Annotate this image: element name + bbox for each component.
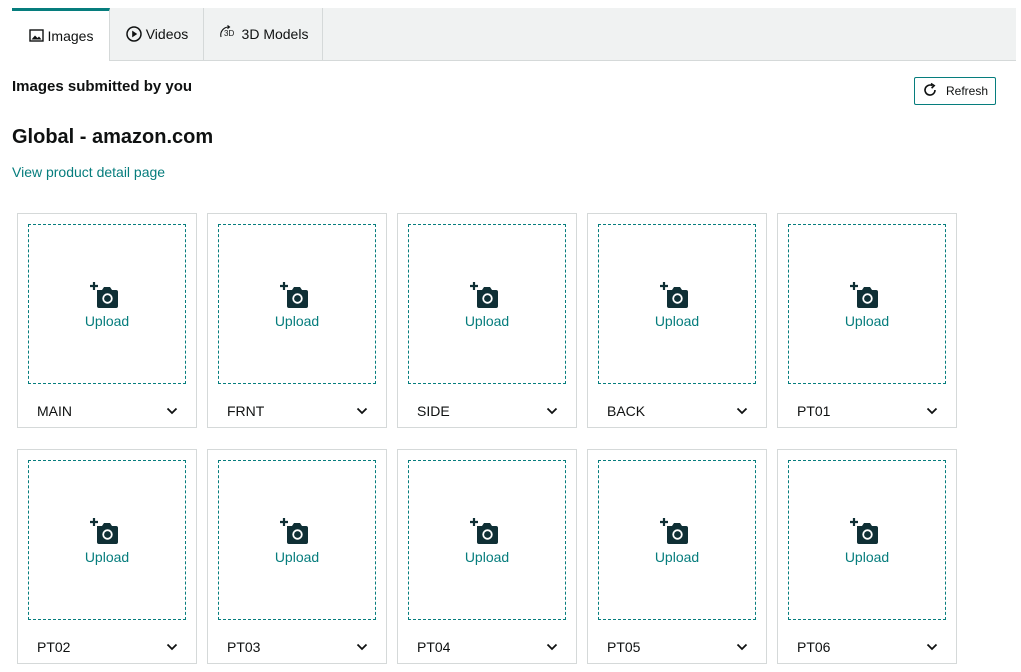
refresh-button[interactable]: Refresh xyxy=(914,77,996,105)
variant-dropdown[interactable]: PT02 xyxy=(18,630,196,664)
add-photo-icon xyxy=(280,279,314,311)
variant-label: PT03 xyxy=(227,639,261,655)
image-slot-card: Upload PT06 xyxy=(777,449,957,664)
upload-dropzone[interactable]: Upload xyxy=(218,460,376,620)
upload-dropzone[interactable]: Upload xyxy=(408,224,566,384)
tab-3d-models-label: 3D Models xyxy=(241,26,309,42)
chevron-down-icon xyxy=(356,402,368,420)
image-slot-card: Upload PT01 xyxy=(777,213,957,428)
refresh-label: Refresh xyxy=(945,84,989,98)
tab-videos-label: Videos xyxy=(145,26,189,42)
add-photo-icon xyxy=(660,515,694,547)
upload-dropzone[interactable]: Upload xyxy=(408,460,566,620)
image-slot-card: Upload BACK xyxy=(587,213,767,428)
variant-dropdown[interactable]: SIDE xyxy=(398,394,576,428)
upload-dropzone[interactable]: Upload xyxy=(598,224,756,384)
variant-dropdown[interactable]: PT03 xyxy=(208,630,386,664)
variant-label: PT02 xyxy=(37,639,71,655)
upload-dropzone[interactable]: Upload xyxy=(28,224,186,384)
variant-label: PT01 xyxy=(797,403,831,419)
3d-icon-text: 3D xyxy=(224,29,234,38)
add-photo-icon xyxy=(90,515,124,547)
image-slot-card: Upload PT04 xyxy=(397,449,577,664)
variant-label: FRNT xyxy=(227,403,265,419)
upload-dropzone[interactable]: Upload xyxy=(788,224,946,384)
image-slot-card: Upload MAIN xyxy=(17,213,197,428)
view-product-detail-link[interactable]: View product detail page xyxy=(12,164,165,180)
add-photo-icon xyxy=(470,279,504,311)
variant-dropdown[interactable]: PT06 xyxy=(778,630,956,664)
upload-label: Upload xyxy=(274,549,320,565)
variant-dropdown[interactable]: MAIN xyxy=(18,394,196,428)
upload-label: Upload xyxy=(654,549,700,565)
variant-dropdown[interactable]: FRNT xyxy=(208,394,386,428)
variant-label: MAIN xyxy=(37,403,72,419)
chevron-down-icon xyxy=(926,638,938,656)
tab-images-label: Images xyxy=(47,28,94,44)
chevron-down-icon xyxy=(926,402,938,420)
variant-dropdown[interactable]: PT01 xyxy=(778,394,956,428)
section-title: Images submitted by you xyxy=(12,78,193,95)
chevron-down-icon xyxy=(736,638,748,656)
upload-label: Upload xyxy=(464,549,510,565)
chevron-down-icon xyxy=(166,638,178,656)
upload-label: Upload xyxy=(84,313,130,329)
marketplace-title: Global - amazon.com xyxy=(12,126,214,148)
image-slot-card: Upload PT02 xyxy=(17,449,197,664)
variant-label: PT06 xyxy=(797,639,831,655)
3d-rotate-icon: 3D xyxy=(218,24,240,44)
add-photo-icon xyxy=(850,279,884,311)
tab-3d-models[interactable]: 3D 3D Models xyxy=(204,8,323,60)
variant-label: PT04 xyxy=(417,639,451,655)
chevron-down-icon xyxy=(736,402,748,420)
image-slot-card: Upload SIDE xyxy=(397,213,577,428)
upload-dropzone[interactable]: Upload xyxy=(788,460,946,620)
variant-dropdown[interactable]: PT04 xyxy=(398,630,576,664)
upload-label: Upload xyxy=(844,549,890,565)
upload-label: Upload xyxy=(844,313,890,329)
chevron-down-icon xyxy=(546,638,558,656)
tab-images[interactable]: Images xyxy=(12,8,110,61)
image-slot-card: Upload FRNT xyxy=(207,213,387,428)
variant-label: SIDE xyxy=(417,403,450,419)
add-photo-icon xyxy=(660,279,694,311)
upload-dropzone[interactable]: Upload xyxy=(218,224,376,384)
upload-dropzone[interactable]: Upload xyxy=(598,460,756,620)
variant-dropdown[interactable]: BACK xyxy=(588,394,766,428)
upload-label: Upload xyxy=(654,313,700,329)
add-photo-icon xyxy=(90,279,124,311)
add-photo-icon xyxy=(470,515,504,547)
add-photo-icon xyxy=(850,515,884,547)
image-slot-card: Upload PT03 xyxy=(207,449,387,664)
refresh-icon xyxy=(922,82,938,101)
chevron-down-icon xyxy=(356,638,368,656)
chevron-down-icon xyxy=(166,402,178,420)
variant-dropdown[interactable]: PT05 xyxy=(588,630,766,664)
variant-label: PT05 xyxy=(607,639,641,655)
add-photo-icon xyxy=(280,515,314,547)
upload-dropzone[interactable]: Upload xyxy=(28,460,186,620)
tab-videos[interactable]: Videos xyxy=(110,8,204,60)
chevron-down-icon xyxy=(546,402,558,420)
upload-label: Upload xyxy=(84,549,130,565)
variant-label: BACK xyxy=(607,403,646,419)
upload-label: Upload xyxy=(274,313,320,329)
media-tabs: Images Videos 3D 3D Models xyxy=(12,8,1016,61)
play-circle-icon xyxy=(125,25,144,43)
image-slot-card: Upload PT05 xyxy=(587,449,767,664)
image-icon xyxy=(28,28,46,44)
upload-label: Upload xyxy=(464,313,510,329)
image-slot-grid: Upload MAIN Upload FRNT Upload SIDE Uplo… xyxy=(17,213,967,664)
